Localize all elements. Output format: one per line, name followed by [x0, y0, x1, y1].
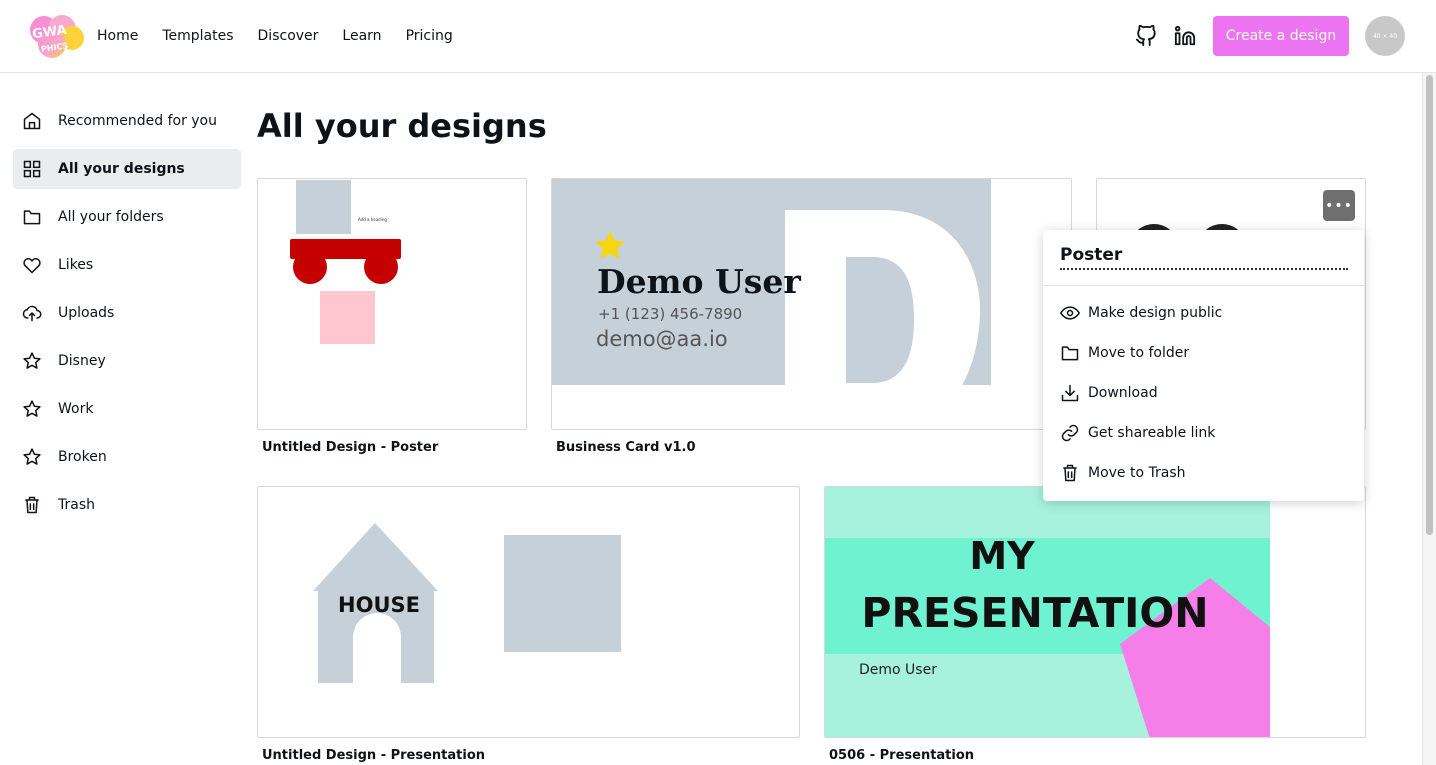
main-nav: Home Templates Discover Learn Pricing — [97, 26, 477, 46]
presentation-line2: PRESENTATION — [861, 589, 1208, 637]
design-card-house[interactable]: HOUSE — [257, 486, 800, 738]
link-icon — [1060, 423, 1080, 443]
more-options-button[interactable]: ••• — [1323, 190, 1355, 221]
design-title[interactable]: Untitled Design - Presentation — [262, 747, 485, 765]
star-icon — [22, 447, 42, 467]
page-title: All your designs — [257, 107, 547, 145]
presentation-author: Demo User — [859, 662, 937, 678]
sidebar-item-recommended[interactable]: Recommended for you — [13, 101, 241, 141]
nav-pricing[interactable]: Pricing — [406, 26, 453, 46]
upload-icon — [22, 303, 42, 323]
design-title[interactable]: 0506 - Presentation — [829, 747, 974, 765]
sidebar-item-label: Uploads — [58, 305, 115, 321]
design-title[interactable]: Untitled Design - Poster — [262, 439, 438, 457]
sidebar-item-trash[interactable]: Trash — [13, 485, 241, 525]
home-icon — [22, 111, 42, 131]
design-card-presentation[interactable]: MY PRESENTATION Demo User — [824, 486, 1366, 738]
folder-icon — [1060, 343, 1080, 363]
nav-discover[interactable]: Discover — [258, 26, 319, 46]
design-card-business[interactable]: Demo User +1 (123) 456-7890 demo@aa.io — [551, 178, 1072, 430]
sidebar-item-label: Trash — [58, 497, 95, 513]
menu-title[interactable]: Poster — [1060, 244, 1348, 270]
sidebar-item-likes[interactable]: Likes — [13, 245, 241, 285]
star-icon — [22, 351, 42, 371]
sidebar-item-label: Recommended for you — [58, 113, 217, 129]
menu-item-move-folder[interactable]: Move to folder — [1060, 341, 1189, 365]
thumb-heading-text: Add a heading — [358, 217, 387, 222]
nav-learn[interactable]: Learn — [342, 26, 381, 46]
design-thumbnail: MY PRESENTATION Demo User — [825, 487, 1270, 737]
menu-item-share-link[interactable]: Get shareable link — [1060, 421, 1215, 445]
card-email-text: demo@aa.io — [596, 327, 728, 351]
presentation-line1: MY — [969, 534, 1035, 578]
design-title[interactable]: Business Card v1.0 — [556, 439, 696, 457]
sidebar-item-broken[interactable]: Broken — [13, 437, 241, 477]
sidebar-item-all-designs[interactable]: All your designs — [13, 149, 241, 189]
design-options-menu: Poster Make design public Move to folder… — [1043, 230, 1364, 501]
menu-item-make-public[interactable]: Make design public — [1060, 301, 1222, 325]
menu-item-download[interactable]: Download — [1060, 381, 1158, 405]
sidebar-item-folders[interactable]: All your folders — [13, 197, 241, 237]
grid-icon — [22, 159, 42, 179]
design-thumbnail: Add a heading — [290, 180, 401, 344]
linkedin-icon[interactable] — [1174, 25, 1196, 47]
folder-icon — [22, 207, 42, 227]
brand-logo[interactable]: GWA PHICS — [28, 14, 86, 60]
sidebar-item-label: All your folders — [58, 209, 164, 225]
menu-divider — [1043, 285, 1364, 286]
download-icon — [1060, 383, 1080, 403]
scrollbar-thumb[interactable] — [1426, 75, 1433, 535]
avatar[interactable]: 40 × 40 — [1365, 16, 1405, 56]
card-phone-text: +1 (123) 456-7890 — [598, 305, 742, 323]
eye-icon — [1060, 303, 1080, 323]
sidebar-item-disney[interactable]: Disney — [13, 341, 241, 381]
nav-home[interactable]: Home — [97, 26, 138, 46]
house-text: HOUSE — [338, 593, 420, 617]
sidebar: Recommended for you All your designs All… — [13, 101, 241, 533]
design-thumbnail: Demo User +1 (123) 456-7890 demo@aa.io — [552, 179, 991, 385]
sidebar-item-label: All your designs — [58, 161, 185, 177]
create-design-button[interactable]: Create a design — [1213, 16, 1349, 56]
menu-item-label: Download — [1088, 385, 1158, 401]
menu-item-label: Make design public — [1088, 305, 1223, 321]
menu-item-trash[interactable]: Move to Trash — [1060, 461, 1186, 485]
sidebar-item-uploads[interactable]: Uploads — [13, 293, 241, 333]
menu-item-label: Move to Trash — [1088, 465, 1186, 481]
nav-templates[interactable]: Templates — [162, 26, 233, 46]
card-name-text: Demo User — [597, 262, 801, 301]
menu-item-label: Move to folder — [1088, 345, 1190, 361]
sidebar-item-label: Work — [58, 401, 94, 417]
heart-icon — [22, 255, 42, 275]
star-icon — [22, 399, 42, 419]
menu-item-label: Get shareable link — [1088, 425, 1216, 441]
design-thumbnail: HOUSE — [313, 523, 621, 683]
top-header: GWA PHICS Home Templates Discover Learn … — [0, 0, 1436, 73]
sidebar-item-label: Likes — [58, 257, 94, 273]
sidebar-item-label: Disney — [58, 353, 106, 369]
sidebar-item-work[interactable]: Work — [13, 389, 241, 429]
trash-icon — [1060, 463, 1080, 483]
github-icon[interactable] — [1135, 24, 1157, 47]
design-card-poster[interactable]: Add a heading — [257, 178, 527, 430]
sidebar-item-label: Broken — [58, 449, 107, 465]
trash-icon — [22, 495, 42, 515]
